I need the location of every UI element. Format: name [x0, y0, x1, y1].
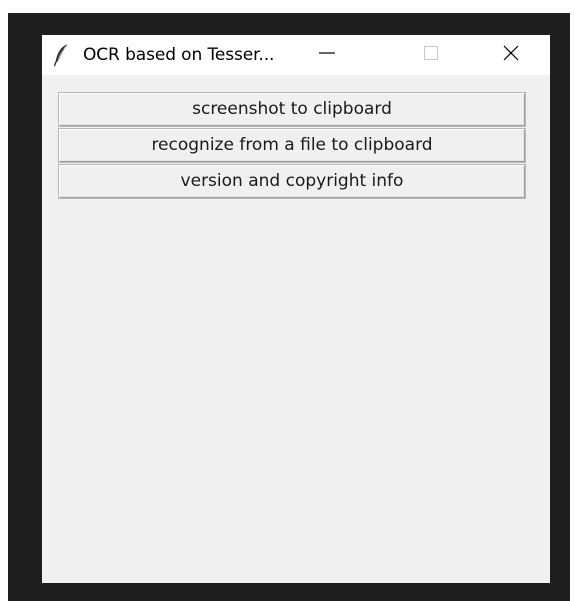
- screenshot-to-clipboard-button[interactable]: screenshot to clipboard: [59, 93, 525, 126]
- maximize-button: [408, 35, 454, 75]
- close-button[interactable]: [488, 35, 534, 75]
- version-info-button[interactable]: version and copyright info: [59, 165, 525, 198]
- recognize-from-file-button[interactable]: recognize from a file to clipboard: [59, 129, 525, 162]
- title-bar[interactable]: OCR based on Tesser...: [42, 35, 550, 75]
- maximize-icon: [423, 45, 439, 65]
- app-window: OCR based on Tesser... screenshot to cli…: [42, 35, 550, 583]
- feather-icon: [52, 43, 70, 67]
- close-icon: [502, 44, 520, 66]
- minimize-icon: [318, 44, 336, 66]
- window-title: OCR based on Tesser...: [83, 45, 275, 65]
- minimize-button[interactable]: [304, 35, 350, 75]
- button-panel: screenshot to clipboard recognize from a…: [59, 93, 525, 201]
